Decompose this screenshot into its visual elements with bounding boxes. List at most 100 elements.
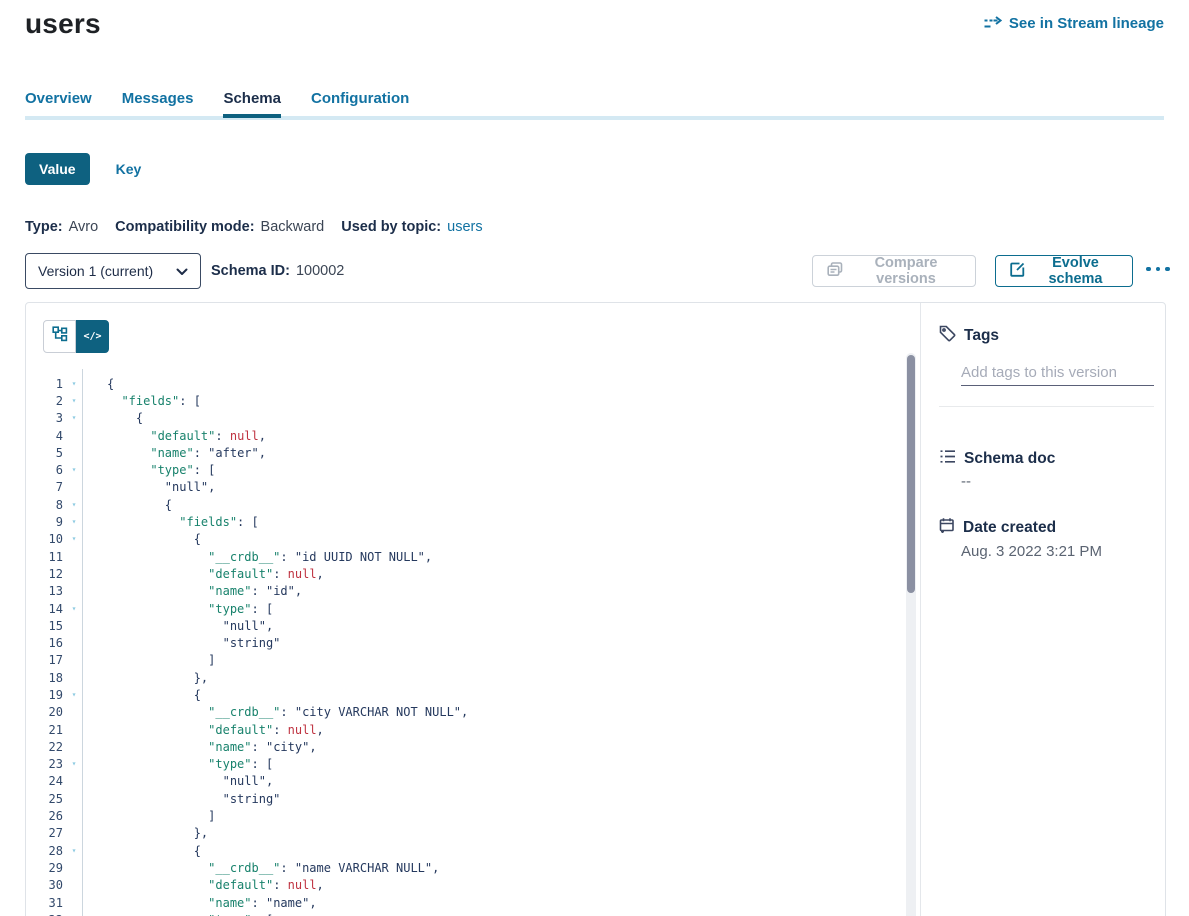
code-text: "__crdb__": "id UUID NOT NULL", [82, 550, 432, 564]
line-number: 9 [26, 515, 66, 529]
tab-overview[interactable]: Overview [25, 90, 92, 118]
fold-toggle-icon[interactable]: ▾ [66, 535, 82, 543]
line-number: 15 [26, 619, 66, 633]
value-tab-button[interactable]: Value [25, 153, 90, 185]
tab-bar: Overview Messages Schema Configuration [25, 90, 409, 118]
code-text: "fields": [ [82, 515, 259, 529]
code-line: 13 "name": "id", [26, 583, 902, 600]
line-number: 1 [26, 377, 66, 391]
code-text: { [82, 688, 201, 702]
code-text: { [82, 532, 201, 546]
code-line: 24 "null", [26, 773, 902, 790]
fold-toggle-icon[interactable]: ▾ [66, 466, 82, 474]
key-tab-button[interactable]: Key [116, 161, 142, 177]
schema-meta-row: Type:Avro Compatibility mode: Backward Used… [25, 219, 483, 235]
code-line: 30 "default": null, [26, 877, 902, 894]
schema-card: </> 1▾{2▾ "fields": [3▾ {4 "default": nu… [25, 302, 1166, 916]
more-options-button[interactable] [1146, 261, 1176, 277]
code-line: 11 "__crdb__": "id UUID NOT NULL", [26, 548, 902, 565]
used-by-topic-link[interactable]: users [447, 219, 482, 235]
fold-toggle-icon[interactable]: ▾ [66, 847, 82, 855]
tab-messages[interactable]: Messages [122, 90, 194, 118]
line-number: 24 [26, 774, 66, 788]
code-text: { [82, 498, 172, 512]
line-number: 21 [26, 723, 66, 737]
code-text: { [82, 844, 201, 858]
meta-value: Avro [69, 219, 99, 235]
line-number: 8 [26, 498, 66, 512]
evolve-schema-button[interactable]: Evolve schema [995, 255, 1133, 287]
fold-toggle-icon[interactable]: ▾ [66, 501, 82, 509]
code-line: 5 "name": "after", [26, 444, 902, 461]
line-number: 12 [26, 567, 66, 581]
meta-item: Compatibility mode: Backward [115, 219, 324, 235]
code-line: 15 "null", [26, 617, 902, 634]
code-view-button[interactable]: </> [76, 320, 109, 353]
line-number: 23 [26, 757, 66, 771]
tree-view-button[interactable] [43, 320, 76, 353]
schema-doc-value: -- [961, 473, 971, 490]
line-number: 17 [26, 653, 66, 667]
fold-toggle-icon[interactable]: ▾ [66, 760, 82, 768]
meta-item: Type:Avro [25, 219, 98, 235]
editor-scrollbar[interactable] [906, 353, 916, 916]
code-text: "name": "after", [82, 446, 266, 460]
editor-scrollbar-thumb[interactable] [907, 355, 915, 593]
line-number: 13 [26, 584, 66, 598]
fold-toggle-icon[interactable]: ▾ [66, 414, 82, 422]
line-number: 25 [26, 792, 66, 806]
schema-doc-section-header: Schema doc [939, 449, 1055, 469]
calendar-plus-icon [939, 517, 955, 539]
line-number: 2 [26, 394, 66, 408]
code-area[interactable]: 1▾{2▾ "fields": [3▾ {4 "default": null,5… [26, 369, 902, 916]
chevron-down-icon [176, 263, 188, 279]
line-number: 4 [26, 429, 66, 443]
code-text: "default": null, [82, 723, 324, 737]
line-number: 3 [26, 411, 66, 425]
line-number: 31 [26, 896, 66, 910]
code-line: 16 "string" [26, 634, 902, 651]
code-line: 12 "default": null, [26, 565, 902, 582]
list-icon [939, 449, 956, 469]
code-line: 31 "name": "name", [26, 894, 902, 911]
meta-label: Compatibility mode: [115, 219, 254, 235]
schema-id: Schema ID: 100002 [211, 253, 344, 289]
code-text: "null", [82, 480, 215, 494]
line-number: 16 [26, 636, 66, 650]
code-text: }, [82, 826, 208, 840]
code-line: 1▾{ [26, 375, 902, 392]
code-line: 32▾ "type": [ [26, 911, 902, 916]
stream-lineage-icon [983, 16, 1002, 31]
compare-versions-button[interactable]: Compare versions [812, 255, 976, 287]
fold-toggle-icon[interactable]: ▾ [66, 691, 82, 699]
tab-configuration[interactable]: Configuration [311, 90, 409, 118]
code-text: "type": [ [82, 757, 273, 771]
fold-toggle-icon[interactable]: ▾ [66, 605, 82, 613]
serde-toggle: Value Key [25, 153, 141, 185]
meta-label: Used by topic: [341, 219, 441, 235]
edit-icon [1010, 262, 1025, 281]
code-text: "type": [ [82, 463, 215, 477]
code-line: 10▾ { [26, 531, 902, 548]
page-title: users [25, 8, 101, 40]
code-line: 27 }, [26, 825, 902, 842]
date-created-value: Aug. 3 2022 3:21 PM [961, 543, 1102, 560]
fold-toggle-icon[interactable]: ▾ [66, 518, 82, 526]
code-line: 25 "string" [26, 790, 902, 807]
code-text: "null", [82, 774, 273, 788]
meta-value: Backward [261, 219, 325, 235]
see-in-stream-lineage-link[interactable]: See in Stream lineage [983, 15, 1164, 32]
code-line: 26 ] [26, 807, 902, 824]
add-tags-input[interactable] [961, 359, 1154, 386]
line-number: 22 [26, 740, 66, 754]
code-line: 17 ] [26, 652, 902, 669]
code-line: 3▾ { [26, 410, 902, 427]
date-created-section-header: Date created [939, 517, 1056, 539]
code-line: 18 }, [26, 669, 902, 686]
tab-schema[interactable]: Schema [223, 90, 281, 118]
fold-toggle-icon[interactable]: ▾ [66, 380, 82, 388]
code-line: 14▾ "type": [ [26, 600, 902, 617]
code-line: 19▾ { [26, 686, 902, 703]
version-select[interactable]: Version 1 (current) [25, 253, 201, 289]
fold-toggle-icon[interactable]: ▾ [66, 397, 82, 405]
